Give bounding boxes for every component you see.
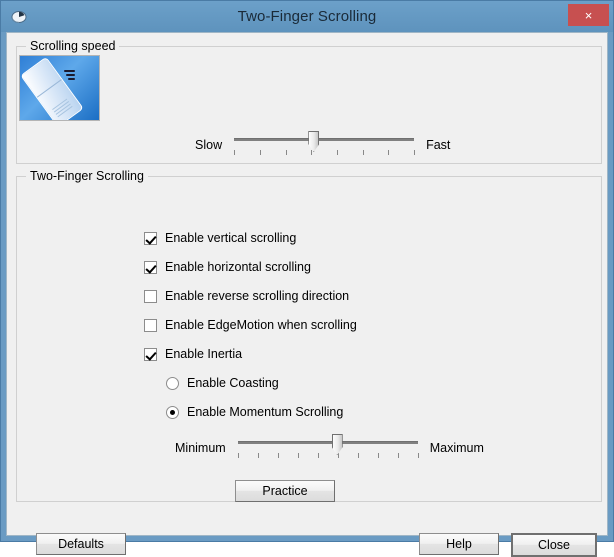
- slider-max-label-maximum: Maximum: [430, 441, 484, 455]
- defaults-button[interactable]: Defaults: [36, 533, 126, 555]
- scrolling-speed-group-label: Scrolling speed: [26, 39, 119, 53]
- mouse-icon: [9, 6, 29, 26]
- help-button[interactable]: Help: [419, 533, 499, 555]
- dialog-client-area: Scrolling speed Slow Fast Two-: [6, 32, 608, 536]
- radio-label: Enable Momentum Scrolling: [187, 405, 343, 419]
- radio-button[interactable]: [166, 377, 179, 390]
- checkbox-enable-reverse-scrolling-direction[interactable]: Enable reverse scrolling direction: [144, 289, 349, 303]
- checkbox-box[interactable]: [144, 348, 157, 361]
- checkbox-label: Enable Inertia: [165, 347, 242, 361]
- slider-min-label-minimum: Minimum: [175, 441, 226, 455]
- inertia-slider[interactable]: [238, 433, 418, 463]
- title-bar[interactable]: Two-Finger Scrolling ×: [1, 1, 613, 32]
- checkbox-label: Enable reverse scrolling direction: [165, 289, 349, 303]
- checkbox-label: Enable EdgeMotion when scrolling: [165, 318, 357, 332]
- slider-track: [238, 441, 418, 444]
- scrolling-speed-slider[interactable]: [234, 130, 414, 160]
- radio-button[interactable]: [166, 406, 179, 419]
- slider-thumb[interactable]: [332, 434, 343, 455]
- slider-track: [234, 138, 414, 141]
- checkbox-box[interactable]: [144, 290, 157, 303]
- close-icon[interactable]: ×: [568, 4, 609, 26]
- checkbox-enable-edgemotion-when-scrolling[interactable]: Enable EdgeMotion when scrolling: [144, 318, 357, 332]
- radio-enable-coasting[interactable]: Enable Coasting: [166, 376, 279, 390]
- inertia-slider-row: Minimum Maximum: [175, 433, 484, 463]
- touchpad-illustration: [19, 55, 100, 121]
- checkbox-enable-inertia[interactable]: Enable Inertia: [144, 347, 242, 361]
- checkbox-box[interactable]: [144, 232, 157, 245]
- radio-label: Enable Coasting: [187, 376, 279, 390]
- window-title: Two-Finger Scrolling: [1, 1, 613, 32]
- slider-ticks: [238, 453, 418, 459]
- close-button[interactable]: Close: [511, 533, 597, 557]
- checkbox-box[interactable]: [144, 261, 157, 274]
- checkbox-label: Enable horizontal scrolling: [165, 260, 311, 274]
- practice-button[interactable]: Practice: [235, 480, 335, 502]
- slider-min-label-slow: Slow: [195, 138, 222, 152]
- slider-thumb[interactable]: [308, 131, 319, 152]
- slider-ticks: [234, 150, 414, 156]
- scrolling-speed-slider-row: Slow Fast: [195, 130, 450, 160]
- slider-max-label-fast: Fast: [426, 138, 450, 152]
- checkbox-label: Enable vertical scrolling: [165, 231, 296, 245]
- two-finger-scrolling-group-label: Two-Finger Scrolling: [26, 169, 148, 183]
- dialog-window: Two-Finger Scrolling × Scrolling speed S…: [0, 0, 614, 542]
- radio-enable-momentum-scrolling[interactable]: Enable Momentum Scrolling: [166, 405, 343, 419]
- checkbox-box[interactable]: [144, 319, 157, 332]
- checkbox-enable-horizontal-scrolling[interactable]: Enable horizontal scrolling: [144, 260, 311, 274]
- checkbox-enable-vertical-scrolling[interactable]: Enable vertical scrolling: [144, 231, 296, 245]
